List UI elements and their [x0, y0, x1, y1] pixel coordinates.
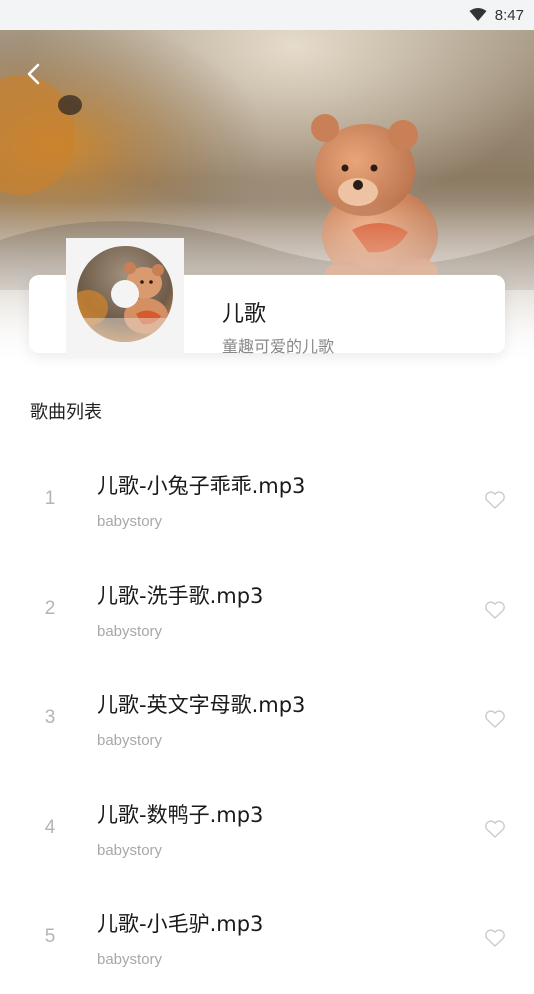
song-title: 儿歌-小兔子乖乖.mp3 [97, 474, 306, 498]
status-time: 8:47 [494, 6, 524, 24]
song-title: 儿歌-小毛驴.mp3 [97, 912, 264, 936]
heart-icon[interactable] [484, 709, 506, 729]
wifi-icon [469, 8, 487, 21]
list-item[interactable]: 3 儿歌-英文字母歌.mp3 babystory [0, 665, 534, 775]
list-item[interactable]: 2 儿歌-洗手歌.mp3 babystory [0, 556, 534, 666]
heart-icon[interactable] [484, 928, 506, 948]
album-cover [66, 238, 184, 358]
album-title: 儿歌 [222, 302, 267, 327]
list-item[interactable]: 5 儿歌-小毛驴.mp3 babystory [0, 884, 534, 994]
song-artist: babystory [97, 622, 163, 640]
back-button[interactable] [18, 58, 50, 90]
status-bar: 8:47 [0, 0, 534, 30]
song-artist: babystory [97, 732, 163, 749]
list-item[interactable]: 1 儿歌-小兔子乖乖.mp3 babystory [0, 446, 534, 556]
song-index: 5 [44, 926, 56, 947]
teddy-bear-disc-cover [66, 238, 184, 358]
song-artist: babystory [97, 513, 163, 530]
list-item[interactable]: 4 儿歌-数鸭子.mp3 babystory [0, 775, 534, 885]
chevron-left-icon [27, 63, 40, 85]
song-title: 儿歌-数鸭子.mp3 [97, 802, 264, 827]
song-index: 1 [44, 488, 56, 509]
heart-icon[interactable] [484, 490, 506, 510]
album-subtitle: 童趣可爱的儿歌 [222, 337, 335, 356]
song-title: 儿歌-洗手歌.mp3 [97, 583, 264, 608]
song-index: 3 [44, 707, 56, 728]
song-list: 1 儿歌-小兔子乖乖.mp3 babystory 2 儿歌-洗手歌.mp3 ba… [0, 446, 534, 994]
song-artist: babystory [97, 841, 163, 859]
song-title: 儿歌-英文字母歌.mp3 [97, 693, 306, 717]
song-artist: babystory [97, 951, 163, 968]
song-index: 4 [44, 816, 56, 838]
heart-icon[interactable] [484, 819, 506, 839]
section-title: 歌曲列表 [30, 402, 102, 423]
song-index: 2 [44, 597, 56, 619]
heart-icon[interactable] [484, 600, 506, 620]
